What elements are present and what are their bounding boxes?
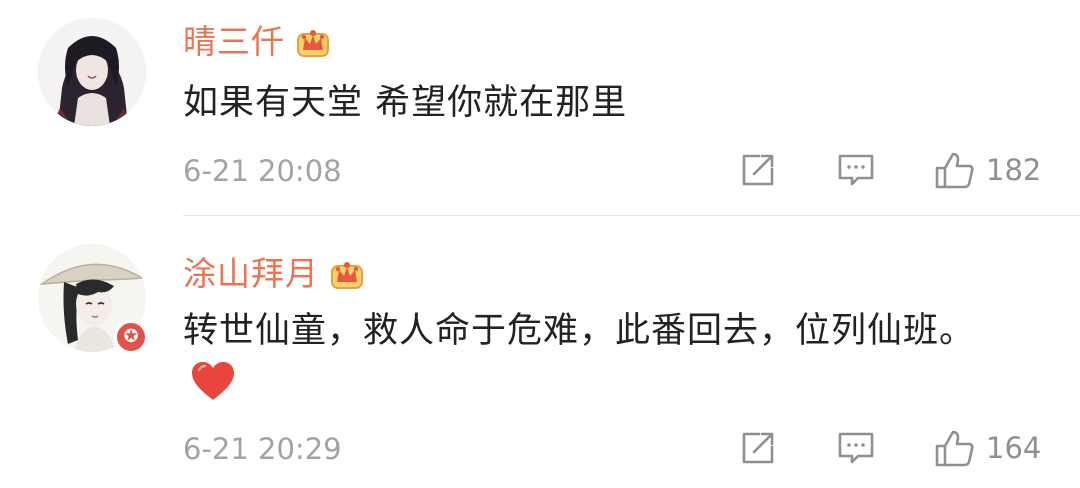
comment-timestamp: 6-21 20:08 — [183, 154, 342, 188]
verified-star-icon: ✪ — [123, 326, 139, 347]
username[interactable]: 涂山拜月 — [183, 252, 319, 296]
comment-icon — [838, 432, 874, 464]
share-icon — [742, 432, 774, 464]
like-count: 164 — [986, 431, 1042, 465]
avatar[interactable] — [38, 18, 146, 126]
comment-item: 晴三仟 如果有天堂 希望你就在那里 6-21 20:08 182 — [0, 0, 1080, 216]
comment-text: 如果有天堂 希望你就在那里 — [183, 83, 628, 123]
reply-button[interactable] — [836, 150, 876, 190]
thumbs-up-icon — [935, 152, 974, 189]
red-heart-icon — [192, 362, 234, 400]
username-row: 涂山拜月 — [183, 252, 365, 296]
share-icon — [742, 154, 774, 186]
comment-item: ✪ 涂山拜月 转世仙童，救人命于危难，此番回去，位列仙班。 6-21 20:29 — [0, 216, 1080, 488]
comment-text: 转世仙童，救人命于危难，此番回去，位列仙班。 — [183, 311, 976, 351]
share-button[interactable] — [738, 150, 778, 190]
username[interactable]: 晴三仟 — [183, 20, 285, 64]
username-row: 晴三仟 — [183, 20, 331, 64]
anime-character-avatar-icon — [38, 18, 146, 126]
vip-crown-icon — [331, 262, 363, 289]
like-count: 182 — [986, 153, 1042, 187]
comment-timestamp: 6-21 20:29 — [183, 432, 342, 466]
share-button[interactable] — [738, 428, 778, 468]
verified-badge: ✪ — [114, 320, 148, 354]
reply-button[interactable] — [836, 428, 876, 468]
like-button[interactable]: 164 — [934, 428, 1041, 468]
vip-crown-icon — [297, 30, 329, 57]
like-button[interactable]: 182 — [934, 150, 1041, 190]
thumbs-up-icon — [935, 430, 974, 467]
comment-icon — [838, 154, 874, 186]
